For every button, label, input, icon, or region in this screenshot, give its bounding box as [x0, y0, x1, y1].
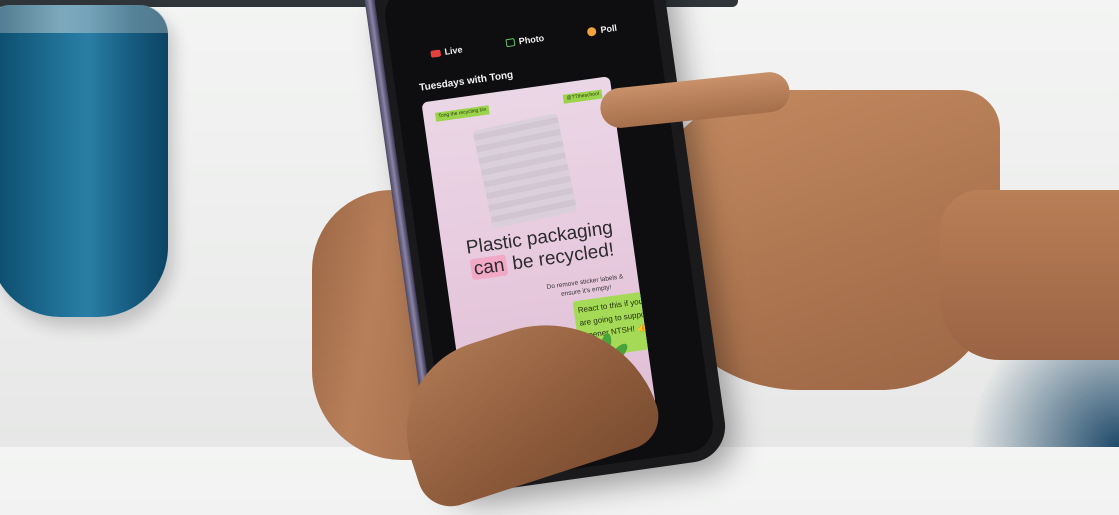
- poll-label: Poll: [599, 22, 618, 35]
- story-headline: Plastic packaging can be recycled!: [451, 215, 631, 283]
- right-wrist: [940, 190, 1119, 360]
- story-tag-left: Tong the recycling bin: [434, 105, 491, 122]
- story-title: Tuesdays with Tong: [418, 69, 514, 94]
- plastic-packaging-image: [472, 113, 578, 229]
- story-tag-right: @TTtheschool: [563, 89, 603, 104]
- photo-icon: [505, 38, 516, 48]
- live-button[interactable]: Live: [430, 44, 463, 58]
- poll-icon: [587, 26, 598, 37]
- live-video-icon: [430, 48, 442, 58]
- headline-highlight: can: [469, 254, 509, 281]
- photo-button[interactable]: Photo: [505, 33, 545, 48]
- blue-tumbler-cup: [0, 5, 168, 317]
- photo-label: Photo: [518, 32, 545, 47]
- poll-button[interactable]: Poll: [587, 23, 618, 37]
- live-label: Live: [443, 44, 464, 57]
- post-action-row: Live Photo Poll: [407, 14, 640, 68]
